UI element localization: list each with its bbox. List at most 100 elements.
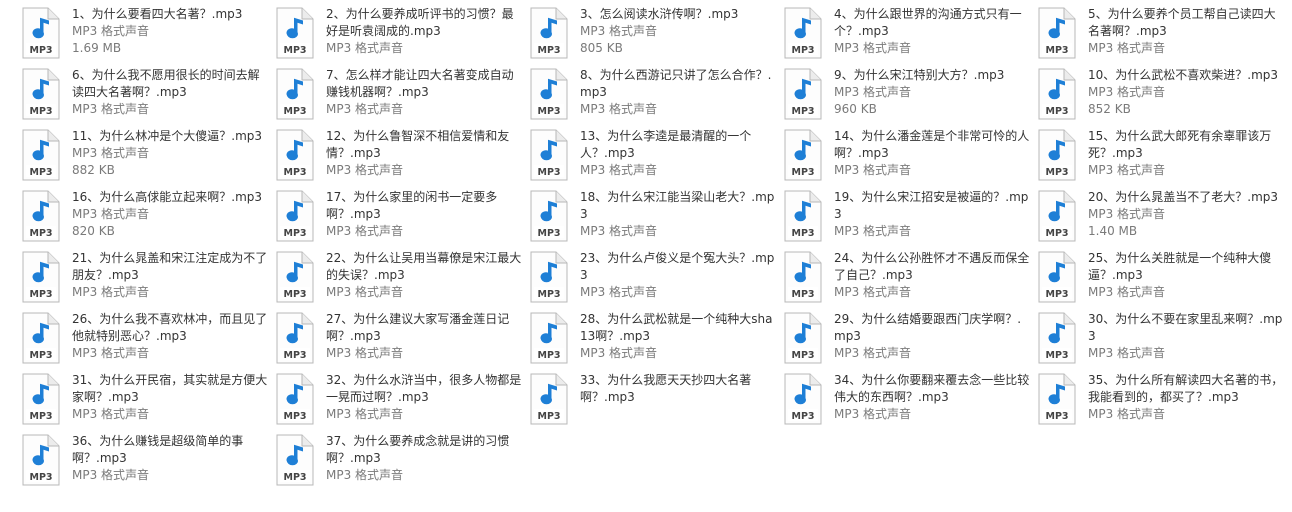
file-type: MP3 格式声音 bbox=[1088, 207, 1166, 221]
file-name: 1、为什么要看四大名著？.mp3 bbox=[72, 7, 243, 21]
file-item[interactable]: MP3 20、为什么晁盖当不了老大？.mp3 MP3 格式声音 1.40 MB bbox=[1036, 189, 1286, 247]
file-item[interactable]: MP3 8、为什么西游记只讲了怎么合作？.mp3 MP3 格式声音 bbox=[528, 67, 778, 125]
file-info: 17、为什么家里的闲书一定要多啊？.mp3 MP3 格式声音 bbox=[326, 189, 524, 240]
file-item[interactable]: MP3 32、为什么水浒当中，很多人物都是一晃而过啊？.mp3 MP3 格式声音 bbox=[274, 372, 524, 430]
file-item[interactable]: MP3 17、为什么家里的闲书一定要多啊？.mp3 MP3 格式声音 bbox=[274, 189, 524, 247]
file-info: 13、为什么李逵是最清醒的一个人？.mp3 MP3 格式声音 bbox=[580, 128, 778, 179]
svg-text:MP3: MP3 bbox=[537, 228, 560, 239]
file-item[interactable]: MP3 35、为什么所有解读四大名著的书，我能看到的，都买了？.mp3 MP3 … bbox=[1036, 372, 1286, 430]
mp3-file-icon: MP3 bbox=[274, 434, 316, 486]
file-name: 29、为什么结婚要跟西门庆学啊？.mp3 bbox=[834, 312, 1022, 343]
file-name: 24、为什么公孙胜怀才不遇反而保全了自己？.mp3 bbox=[834, 251, 1030, 282]
file-item[interactable]: MP3 29、为什么结婚要跟西门庆学啊？.mp3 MP3 格式声音 bbox=[782, 311, 1032, 369]
file-name: 8、为什么西游记只讲了怎么合作？.mp3 bbox=[580, 68, 772, 99]
file-item[interactable]: MP3 31、为什么开民宿，其实就是方便大家啊？.mp3 MP3 格式声音 bbox=[20, 372, 270, 430]
svg-text:MP3: MP3 bbox=[1045, 167, 1068, 178]
file-info: 30、为什么不要在家里乱来啊？.mp3 MP3 格式声音 bbox=[1088, 311, 1286, 362]
file-item[interactable]: MP3 7、怎么样才能让四大名著变成自动赚钱机器啊？.mp3 MP3 格式声音 bbox=[274, 67, 524, 125]
file-item[interactable]: MP3 36、为什么赚钱是超级简单的事啊？.mp3 MP3 格式声音 bbox=[20, 433, 270, 491]
file-type: MP3 格式声音 bbox=[1088, 407, 1166, 421]
file-info: 15、为什么武大郎死有余辜罪该万死？.mp3 MP3 格式声音 bbox=[1088, 128, 1286, 179]
file-info: 16、为什么高俅能立起来啊？.mp3 MP3 格式声音 820 KB bbox=[72, 189, 270, 240]
file-item[interactable]: MP3 34、为什么你要翻来覆去念一些比较伟大的东西啊？.mp3 MP3 格式声… bbox=[782, 372, 1032, 430]
file-name: 20、为什么晁盖当不了老大？.mp3 bbox=[1088, 190, 1279, 204]
svg-text:MP3: MP3 bbox=[537, 167, 560, 178]
file-item[interactable]: MP3 33、为什么我愿天天抄四大名著啊？.mp3 bbox=[528, 372, 778, 430]
file-type: MP3 格式声音 bbox=[326, 407, 404, 421]
mp3-file-icon: MP3 bbox=[528, 68, 570, 120]
mp3-file-icon: MP3 bbox=[20, 373, 62, 425]
file-item[interactable]: MP3 26、为什么我不喜欢林冲，而且见了他就特别恶心？.mp3 MP3 格式声… bbox=[20, 311, 270, 369]
file-name: 31、为什么开民宿，其实就是方便大家啊？.mp3 bbox=[72, 373, 268, 404]
file-info: 20、为什么晁盖当不了老大？.mp3 MP3 格式声音 1.40 MB bbox=[1088, 189, 1286, 240]
file-size: 882 KB bbox=[72, 163, 115, 177]
file-type: MP3 格式声音 bbox=[1088, 85, 1166, 99]
file-grid: MP3 1、为什么要看四大名著？.mp3 MP3 格式声音 1.69 MB MP… bbox=[0, 0, 1292, 512]
svg-text:MP3: MP3 bbox=[537, 106, 560, 117]
svg-text:MP3: MP3 bbox=[1045, 411, 1068, 422]
file-name: 32、为什么水浒当中，很多人物都是一晃而过啊？.mp3 bbox=[326, 373, 522, 404]
mp3-file-icon: MP3 bbox=[20, 129, 62, 181]
file-type: MP3 格式声音 bbox=[72, 207, 150, 221]
file-item[interactable]: MP3 37、为什么要养成念就是讲的习惯啊？.mp3 MP3 格式声音 bbox=[274, 433, 524, 491]
file-item[interactable]: MP3 19、为什么宋江招安是被逼的？.mp3 MP3 格式声音 bbox=[782, 189, 1032, 247]
svg-text:MP3: MP3 bbox=[791, 228, 814, 239]
file-item[interactable]: MP3 5、为什么要养个员工帮自己读四大名著啊？.mp3 MP3 格式声音 bbox=[1036, 6, 1286, 64]
file-info: 10、为什么武松不喜欢柴进？.mp3 MP3 格式声音 852 KB bbox=[1088, 67, 1286, 118]
file-name: 36、为什么赚钱是超级简单的事啊？.mp3 bbox=[72, 434, 244, 465]
file-item[interactable]: MP3 25、为什么关胜就是一个纯种大傻逼？.mp3 MP3 格式声音 bbox=[1036, 250, 1286, 308]
mp3-file-icon: MP3 bbox=[274, 190, 316, 242]
file-item[interactable]: MP3 23、为什么卢俊义是个冤大头？.mp3 MP3 格式声音 bbox=[528, 250, 778, 308]
file-item[interactable]: MP3 6、为什么我不愿用很长的时间去解读四大名著啊？.mp3 MP3 格式声音 bbox=[20, 67, 270, 125]
file-info: 5、为什么要养个员工帮自己读四大名著啊？.mp3 MP3 格式声音 bbox=[1088, 6, 1286, 57]
svg-text:MP3: MP3 bbox=[29, 228, 52, 239]
file-item[interactable]: MP3 2、为什么要养成听评书的习惯？最好是听袁阔成的.mp3 MP3 格式声音 bbox=[274, 6, 524, 64]
svg-text:MP3: MP3 bbox=[791, 411, 814, 422]
file-name: 15、为什么武大郎死有余辜罪该万死？.mp3 bbox=[1088, 129, 1272, 160]
file-item[interactable]: MP3 22、为什么让吴用当幕僚是宋江最大的失误？.mp3 MP3 格式声音 bbox=[274, 250, 524, 308]
file-type: MP3 格式声音 bbox=[580, 163, 658, 177]
file-type: MP3 格式声音 bbox=[326, 346, 404, 360]
file-name: 35、为什么所有解读四大名著的书，我能看到的，都买了？.mp3 bbox=[1088, 373, 1284, 404]
file-name: 21、为什么晁盖和宋江注定成为不了朋友？.mp3 bbox=[72, 251, 268, 282]
file-item[interactable]: MP3 3、怎么阅读水浒传啊？.mp3 MP3 格式声音 805 KB bbox=[528, 6, 778, 64]
file-type: MP3 格式声音 bbox=[834, 285, 912, 299]
file-item[interactable]: MP3 18、为什么宋江能当梁山老大？.mp3 MP3 格式声音 bbox=[528, 189, 778, 247]
file-item[interactable]: MP3 28、为什么武松就是一个纯种大sha13啊？.mp3 MP3 格式声音 bbox=[528, 311, 778, 369]
file-type: MP3 格式声音 bbox=[580, 285, 658, 299]
file-item[interactable]: MP3 9、为什么宋江特别大方？.mp3 MP3 格式声音 960 KB bbox=[782, 67, 1032, 125]
file-item[interactable]: MP3 16、为什么高俅能立起来啊？.mp3 MP3 格式声音 820 KB bbox=[20, 189, 270, 247]
file-item[interactable]: MP3 12、为什么鲁智深不相信爱情和友情？.mp3 MP3 格式声音 bbox=[274, 128, 524, 186]
file-type: MP3 格式声音 bbox=[580, 24, 658, 38]
file-item[interactable]: MP3 27、为什么建议大家写潘金莲日记啊？.mp3 MP3 格式声音 bbox=[274, 311, 524, 369]
svg-text:MP3: MP3 bbox=[29, 167, 52, 178]
file-info: 27、为什么建议大家写潘金莲日记啊？.mp3 MP3 格式声音 bbox=[326, 311, 524, 362]
file-info: 35、为什么所有解读四大名著的书，我能看到的，都买了？.mp3 MP3 格式声音 bbox=[1088, 372, 1286, 423]
file-info: 28、为什么武松就是一个纯种大sha13啊？.mp3 MP3 格式声音 bbox=[580, 311, 778, 362]
file-item[interactable]: MP3 4、为什么跟世界的沟通方式只有一个？.mp3 MP3 格式声音 bbox=[782, 6, 1032, 64]
file-item[interactable]: MP3 11、为什么林冲是个大傻逼？.mp3 MP3 格式声音 882 KB bbox=[20, 128, 270, 186]
file-info: 33、为什么我愿天天抄四大名著啊？.mp3 bbox=[580, 372, 778, 406]
file-item[interactable]: MP3 21、为什么晁盖和宋江注定成为不了朋友？.mp3 MP3 格式声音 bbox=[20, 250, 270, 308]
file-item[interactable]: MP3 30、为什么不要在家里乱来啊？.mp3 MP3 格式声音 bbox=[1036, 311, 1286, 369]
file-name: 33、为什么我愿天天抄四大名著啊？.mp3 bbox=[580, 373, 752, 404]
file-info: 11、为什么林冲是个大傻逼？.mp3 MP3 格式声音 882 KB bbox=[72, 128, 270, 179]
file-item[interactable]: MP3 24、为什么公孙胜怀才不遇反而保全了自己？.mp3 MP3 格式声音 bbox=[782, 250, 1032, 308]
file-info: 8、为什么西游记只讲了怎么合作？.mp3 MP3 格式声音 bbox=[580, 67, 778, 118]
file-name: 14、为什么潘金莲是个非常可怜的人啊？.mp3 bbox=[834, 129, 1030, 160]
file-info: 19、为什么宋江招安是被逼的？.mp3 MP3 格式声音 bbox=[834, 189, 1032, 240]
mp3-file-icon: MP3 bbox=[274, 129, 316, 181]
file-info: 34、为什么你要翻来覆去念一些比较伟大的东西啊？.mp3 MP3 格式声音 bbox=[834, 372, 1032, 423]
file-name: 5、为什么要养个员工帮自己读四大名著啊？.mp3 bbox=[1088, 7, 1276, 38]
file-info: 22、为什么让吴用当幕僚是宋江最大的失误？.mp3 MP3 格式声音 bbox=[326, 250, 524, 301]
file-item[interactable]: MP3 14、为什么潘金莲是个非常可怜的人啊？.mp3 MP3 格式声音 bbox=[782, 128, 1032, 186]
file-item[interactable]: MP3 1、为什么要看四大名著？.mp3 MP3 格式声音 1.69 MB bbox=[20, 6, 270, 64]
file-info: 3、怎么阅读水浒传啊？.mp3 MP3 格式声音 805 KB bbox=[580, 6, 778, 57]
file-item[interactable]: MP3 15、为什么武大郎死有余辜罪该万死？.mp3 MP3 格式声音 bbox=[1036, 128, 1286, 186]
file-item[interactable]: MP3 10、为什么武松不喜欢柴进？.mp3 MP3 格式声音 852 KB bbox=[1036, 67, 1286, 125]
svg-text:MP3: MP3 bbox=[537, 289, 560, 300]
file-info: 9、为什么宋江特别大方？.mp3 MP3 格式声音 960 KB bbox=[834, 67, 1032, 118]
file-item[interactable]: MP3 13、为什么李逵是最清醒的一个人？.mp3 MP3 格式声音 bbox=[528, 128, 778, 186]
file-name: 3、怎么阅读水浒传啊？.mp3 bbox=[580, 7, 739, 21]
file-name: 19、为什么宋江招安是被逼的？.mp3 bbox=[834, 190, 1029, 221]
